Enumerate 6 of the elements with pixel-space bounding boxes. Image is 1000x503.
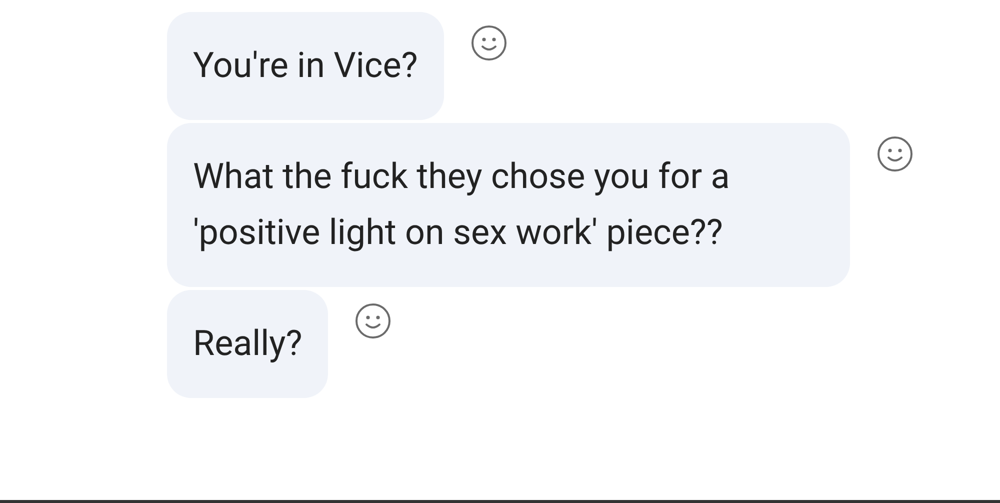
- smiley-icon[interactable]: [470, 24, 508, 62]
- smiley-icon[interactable]: [354, 302, 392, 340]
- message-bubble: You're in Vice?: [167, 12, 444, 120]
- message-bubble: Really?: [167, 290, 328, 398]
- smiley-icon[interactable]: [876, 135, 914, 173]
- message-bubble: What the fuck they chose you for a 'positive light on sex work' piece??: [167, 123, 850, 287]
